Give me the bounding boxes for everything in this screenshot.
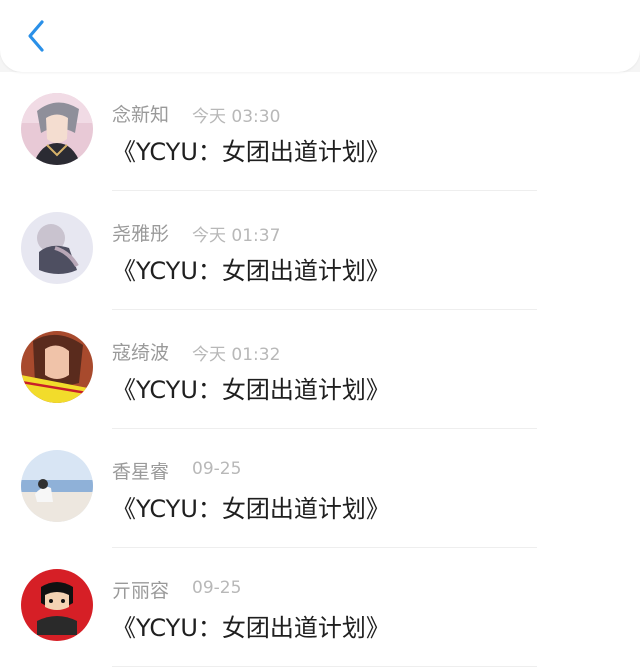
message-time: 今天 01:37 <box>192 226 281 246</box>
avatar[interactable] <box>21 93 93 165</box>
sender-name: 亓丽容 <box>112 580 170 602</box>
message-list: 念新知 今天 03:30 《YCYU：女团出道计划》 尧雅彤 今天 01:37 … <box>0 72 640 671</box>
message-text: 《YCYU：女团出道计划》 <box>112 614 390 642</box>
message-time: 09-25 <box>192 578 242 598</box>
chevron-left-icon <box>28 20 44 52</box>
message-row[interactable]: 香星睿 09-25 《YCYU：女团出道计划》 <box>0 429 640 548</box>
sender-name: 念新知 <box>112 104 170 126</box>
message-row[interactable]: 尧雅彤 今天 01:37 《YCYU：女团出道计划》 <box>0 191 640 310</box>
message-row[interactable]: 寇绮波 今天 01:32 《YCYU：女团出道计划》 <box>0 310 640 429</box>
message-text: 《YCYU：女团出道计划》 <box>112 257 390 285</box>
sender-name: 香星睿 <box>112 461 170 483</box>
sender-name: 寇绮波 <box>112 342 170 364</box>
message-text: 《YCYU：女团出道计划》 <box>112 376 390 404</box>
message-text: 《YCYU：女团出道计划》 <box>112 495 390 523</box>
message-text: 《YCYU：女团出道计划》 <box>112 138 390 166</box>
avatar[interactable] <box>21 569 93 641</box>
message-time: 今天 01:32 <box>192 345 281 365</box>
top-bar <box>0 0 640 72</box>
avatar[interactable] <box>21 212 93 284</box>
message-time: 今天 03:30 <box>192 107 281 127</box>
message-time: 09-25 <box>192 459 242 479</box>
avatar[interactable] <box>21 331 93 403</box>
message-row[interactable]: 亓丽容 09-25 《YCYU：女团出道计划》 <box>0 548 640 667</box>
sender-name: 尧雅彤 <box>112 223 170 245</box>
back-button[interactable] <box>18 14 54 58</box>
avatar[interactable] <box>21 450 93 522</box>
row-divider <box>112 666 537 667</box>
message-row[interactable]: 念新知 今天 03:30 《YCYU：女团出道计划》 <box>0 72 640 191</box>
